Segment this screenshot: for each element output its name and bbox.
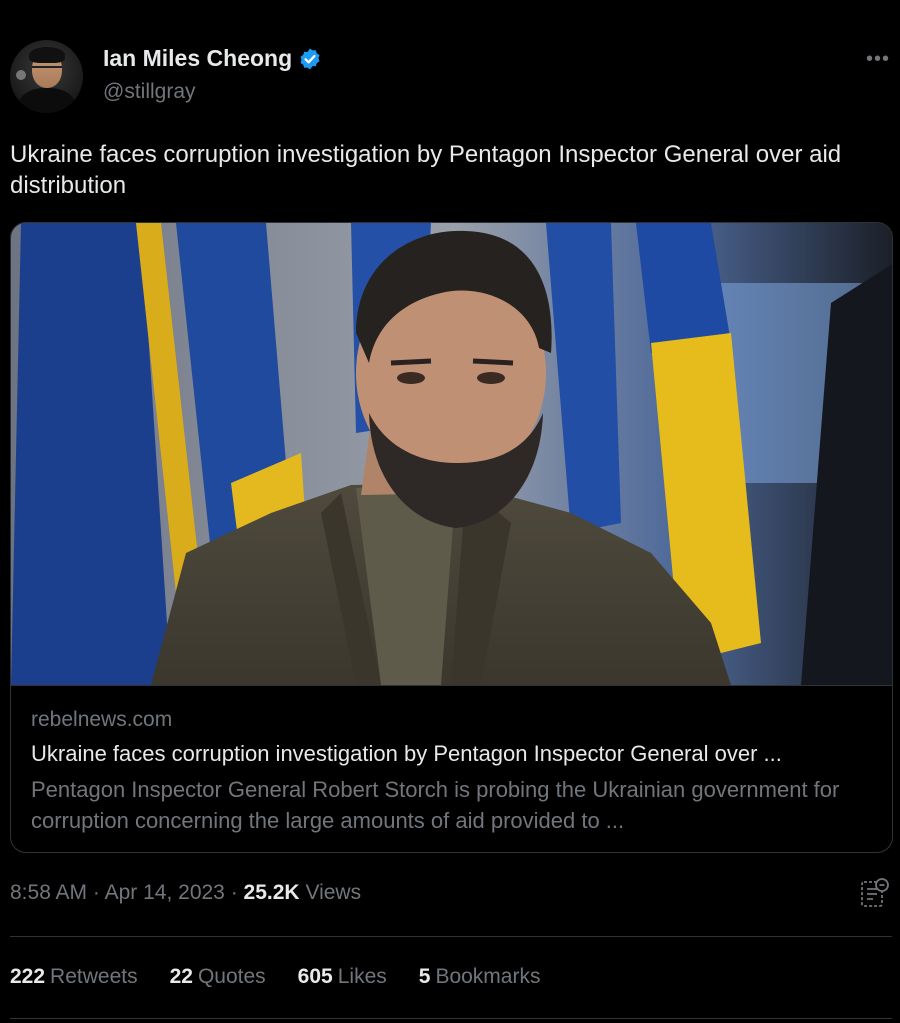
quotes-label: Quotes <box>197 965 266 988</box>
avatar-glasses <box>32 66 62 72</box>
verified-badge-icon[interactable] <box>298 47 322 71</box>
retweets-label: Retweets <box>50 965 138 988</box>
bookmarks-stat[interactable]: 5 Bookmarks <box>419 965 541 989</box>
meta-separator: · <box>230 881 238 904</box>
analytics-icon[interactable] <box>860 877 890 909</box>
author-name-row: Ian Miles Cheong <box>103 45 322 72</box>
avatar-body <box>18 88 76 113</box>
retweets-stat[interactable]: 222 Retweets <box>10 965 138 989</box>
bookmarks-count: 5 <box>418 965 431 988</box>
tweet-date[interactable]: Apr 14, 2023 <box>105 881 225 904</box>
card-photo <box>11 223 892 685</box>
likes-label: Likes <box>337 965 387 988</box>
quotes-stat[interactable]: 22 Quotes <box>170 965 266 989</box>
likes-stat[interactable]: 605 Likes <box>298 965 387 989</box>
meta-separator: · <box>92 881 100 904</box>
card-meta: rebelnews.com Ukraine faces corruption i… <box>11 685 892 852</box>
author-display-name[interactable]: Ian Miles Cheong <box>103 45 292 72</box>
author-handle[interactable]: @stillgray <box>103 80 196 104</box>
divider <box>10 1018 892 1019</box>
likes-count: 605 <box>297 965 333 988</box>
avatar[interactable] <box>10 40 83 113</box>
card-title: Ukraine faces corruption investigation b… <box>31 741 782 766</box>
tweet-time[interactable]: 8:58 AM <box>10 881 87 904</box>
more-options-icon[interactable]: ••• <box>866 48 890 71</box>
tweet-meta: 8:58 AM · Apr 14, 2023 · 25.2K Views <box>10 881 361 905</box>
link-card[interactable]: rebelnews.com Ukraine faces corruption i… <box>10 222 893 853</box>
card-domain: rebelnews.com <box>31 708 173 731</box>
avatar-mic <box>16 70 26 80</box>
divider <box>10 936 892 937</box>
card-description: Pentagon Inspector General Robert Storch… <box>31 777 840 833</box>
retweets-count: 222 <box>10 965 46 988</box>
tweet: Ian Miles Cheong @stillgray ••• Ukraine … <box>0 0 900 1023</box>
views-count: 25.2K <box>243 881 300 904</box>
tweet-text: Ukraine faces corruption investigation b… <box>10 141 842 199</box>
bookmarks-label: Bookmarks <box>435 965 541 988</box>
card-image <box>11 223 892 685</box>
views-label: Views <box>305 881 362 904</box>
engagement-stats: 222 Retweets 22 Quotes 605 Likes 5 Bookmarks <box>10 965 540 989</box>
avatar-hair <box>29 47 65 63</box>
quotes-count: 22 <box>169 965 193 988</box>
